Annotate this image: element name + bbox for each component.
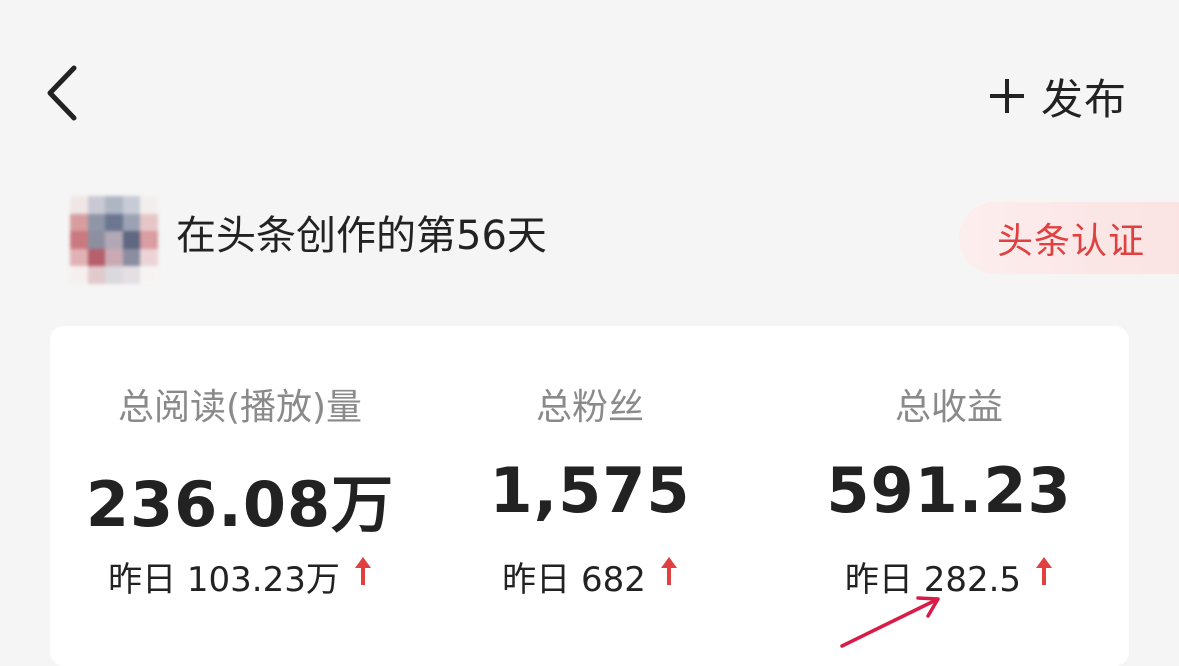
cert-badge-label: 头条认证: [997, 221, 1146, 262]
stat-yesterday: 昨日 103.23万: [60, 552, 420, 601]
back-button[interactable]: [36, 58, 96, 128]
publish-label: 发布: [1040, 74, 1127, 124]
publish-button[interactable]: 发布: [987, 66, 1127, 126]
stat-value: 591.23: [826, 454, 1072, 527]
stat-yesterday: 昨日 682: [410, 552, 770, 601]
up-arrow-icon: [1036, 557, 1053, 585]
stat-value: 1,575: [489, 454, 691, 527]
stat-yesterday-text: 昨日 682: [502, 560, 646, 600]
stat-yesterday-text: 昨日 282.5: [844, 560, 1022, 600]
stat-label: 总阅读(播放)量: [117, 387, 363, 428]
avatar[interactable]: [70, 196, 158, 284]
toutiao-certification-badge[interactable]: 头条认证: [959, 202, 1179, 274]
top-bar: 发布: [0, 0, 1179, 190]
stat-total-income[interactable]: 总收益 591.23 昨日 282.5: [769, 326, 1129, 666]
stat-label: 总收益: [894, 387, 1003, 428]
stat-total-fans[interactable]: 总粉丝 1,575 昨日 682: [410, 326, 770, 666]
up-arrow-icon: [660, 557, 677, 585]
stat-label: 总粉丝: [535, 387, 644, 428]
stat-yesterday: 昨日 282.5: [769, 552, 1129, 601]
profile-row: 在头条创作的第56天 头条认证: [0, 190, 1179, 286]
stats-card: 总阅读(播放)量 236.08万 昨日 103.23万 总粉丝 1,575 昨日…: [50, 326, 1129, 666]
stat-total-reads[interactable]: 总阅读(播放)量 236.08万 昨日 103.23万: [60, 326, 420, 666]
stat-value: 236.08万: [85, 468, 395, 541]
plus-icon: [989, 79, 1024, 113]
chevron-left-icon: [47, 65, 77, 121]
up-arrow-icon: [354, 557, 371, 585]
stat-yesterday-text: 昨日 103.23万: [108, 560, 340, 600]
creation-days-text: 在头条创作的第56天: [176, 213, 547, 259]
